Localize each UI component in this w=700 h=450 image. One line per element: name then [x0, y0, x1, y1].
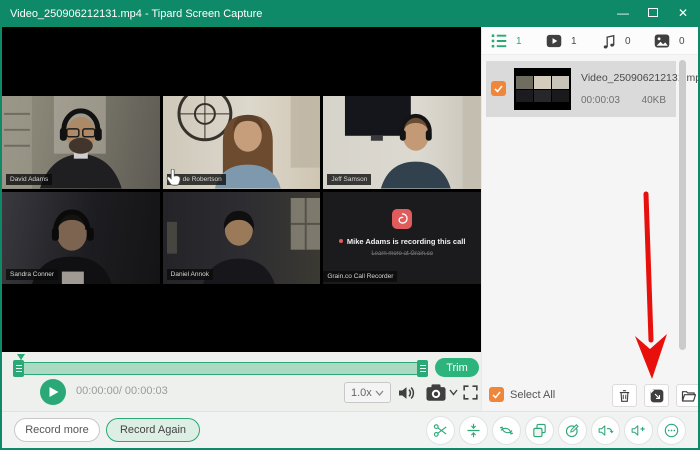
- export-icon: [649, 388, 665, 404]
- maximize-button[interactable]: [646, 0, 660, 27]
- window-title: Video_250906212131.mp4 - Tipard Screen C…: [10, 8, 262, 20]
- window-border-left: [0, 27, 2, 450]
- play-button[interactable]: [40, 379, 66, 405]
- snapshot-options-chevron-icon[interactable]: [449, 389, 458, 396]
- delete-button[interactable]: [612, 384, 637, 407]
- ellipsis-circle-icon: [663, 422, 680, 439]
- tab-all-recordings[interactable]: 1: [490, 27, 522, 55]
- speaker-arrow-icon: [597, 422, 614, 439]
- rotate-arrows-icon: [498, 422, 515, 439]
- maximize-icon: [648, 8, 658, 17]
- grip-icon: [16, 365, 22, 373]
- chevron-down-icon: [375, 390, 384, 396]
- recording-notice-subtext: Learn more at Grain.co: [371, 251, 433, 257]
- volume-booster-button[interactable]: [624, 416, 653, 445]
- merger-button[interactable]: [525, 416, 554, 445]
- scissors-icon: [432, 422, 449, 439]
- app-window: Video_250906212131.mp4 - Tipard Screen C…: [0, 0, 700, 450]
- edit-circle-icon: [564, 422, 581, 439]
- participant-name-label: David Adams: [6, 174, 52, 185]
- duplicate-icon: [531, 422, 548, 439]
- video-compressor-button[interactable]: [459, 416, 488, 445]
- compress-icon: [465, 422, 482, 439]
- tab-videos[interactable]: 1: [545, 27, 577, 55]
- time-display: 00:00:00/ 00:00:03: [76, 385, 168, 397]
- participant-tile: David Adams: [2, 96, 160, 189]
- play-icon: [48, 386, 59, 398]
- recording-list-item[interactable]: Video_250906212131.mp4 00:00:03 40KB: [486, 61, 676, 117]
- grip-icon: [420, 365, 426, 373]
- participant-name-label: Sandra Conner: [6, 269, 58, 280]
- participant-name-label: Jeff Samson: [327, 174, 371, 185]
- file-size: 40KB: [642, 95, 666, 106]
- tab-count: 1: [516, 36, 522, 47]
- player-controls: Trim 00:00:00/ 00:00:03 1.0x: [2, 352, 481, 411]
- list-icon: [490, 33, 508, 49]
- hand-cursor-icon: [166, 169, 181, 187]
- recording-dot-icon: [339, 239, 343, 243]
- participant-tile: Daniel Annok: [163, 192, 321, 285]
- title-bar: Video_250906212131.mp4 - Tipard Screen C…: [0, 0, 700, 27]
- list-scrollbar[interactable]: [679, 60, 686, 350]
- tab-count: 0: [679, 36, 685, 47]
- tab-images[interactable]: 0: [653, 27, 685, 55]
- video-icon: [545, 33, 563, 49]
- trash-icon: [617, 388, 632, 404]
- file-duration: 00:00:03: [581, 95, 620, 106]
- video-preview-area[interactable]: David Adams de Robertson: [2, 27, 481, 352]
- call-participant-grid: David Adams de Robertson: [2, 96, 481, 284]
- media-tab-bar: 1 1 0 0: [482, 27, 698, 55]
- minimize-button[interactable]: —: [616, 0, 630, 27]
- fullscreen-icon[interactable]: [461, 383, 480, 402]
- speed-value: 1.0x: [351, 387, 372, 399]
- open-folder-button[interactable]: [676, 384, 700, 407]
- select-all-checkbox[interactable]: [489, 387, 504, 402]
- video-thumbnail: [514, 68, 571, 110]
- video-trimmer-button[interactable]: [426, 416, 455, 445]
- check-icon: [493, 83, 504, 94]
- tab-audio[interactable]: 0: [601, 27, 631, 55]
- recording-history-sidebar: 1 1 0 0: [481, 27, 698, 411]
- music-note-icon: [601, 33, 617, 50]
- converter-button[interactable]: [492, 416, 521, 445]
- record-again-button[interactable]: Record Again: [106, 418, 200, 442]
- volume-icon[interactable]: [396, 383, 417, 403]
- playback-speed-select[interactable]: 1.0x: [344, 382, 391, 403]
- select-all-label: Select All: [510, 389, 555, 401]
- participant-name-label: Daniel Annok: [167, 269, 213, 280]
- metadata-editor-button[interactable]: [558, 416, 587, 445]
- snapshot-camera-icon[interactable]: [425, 383, 447, 403]
- record-more-button[interactable]: Record more: [14, 418, 100, 442]
- recorder-notice-tile: Mike Adams is recording this call Learn …: [323, 192, 481, 285]
- participant-tile: de Robertson: [163, 96, 321, 189]
- tab-count: 1: [571, 36, 577, 47]
- bottom-toolbar: Record more Record Again: [2, 411, 698, 448]
- tab-count: 0: [625, 36, 631, 47]
- file-checkbox[interactable]: [491, 81, 506, 96]
- more-tools-button[interactable]: [657, 416, 686, 445]
- trim-start-handle[interactable]: [13, 360, 24, 377]
- trim-button[interactable]: Trim: [435, 358, 479, 377]
- trim-timeline[interactable]: [13, 362, 428, 375]
- export-button[interactable]: [644, 384, 669, 407]
- thumbnail-grid: [516, 76, 569, 102]
- folder-icon: [680, 388, 697, 404]
- image-icon: [653, 33, 671, 49]
- trim-end-handle[interactable]: [417, 360, 428, 377]
- audio-converter-button[interactable]: [591, 416, 620, 445]
- speaker-plus-icon: [630, 422, 647, 439]
- recording-notice-text: Mike Adams is recording this call: [347, 237, 466, 246]
- check-icon: [491, 389, 502, 400]
- participant-name-label: Grain.co Call Recorder: [323, 271, 397, 282]
- grain-logo-icon: [392, 209, 412, 229]
- selection-toolbar: Select All: [482, 378, 698, 411]
- close-button[interactable]: ✕: [676, 0, 690, 27]
- participant-tile: Jeff Samson: [323, 96, 481, 189]
- participant-tile: Sandra Conner: [2, 192, 160, 285]
